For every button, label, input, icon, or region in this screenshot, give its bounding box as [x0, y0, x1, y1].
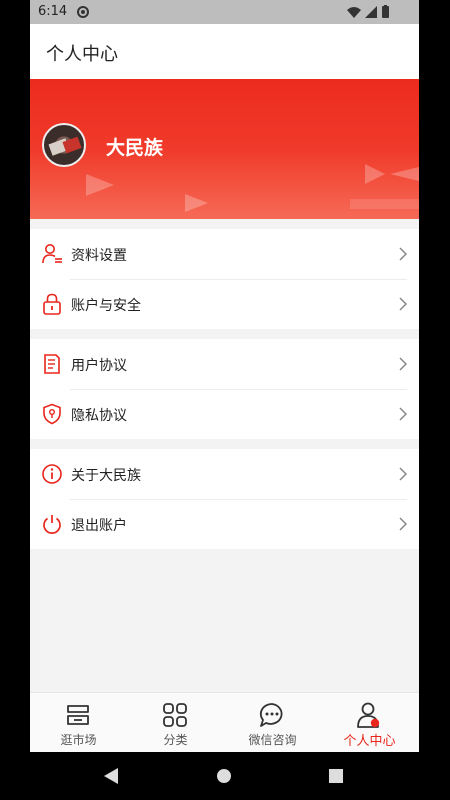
wifi-icon	[347, 7, 361, 18]
banner-decoration	[86, 164, 419, 212]
back-icon[interactable]	[104, 768, 118, 784]
page-header: 个人中心	[30, 24, 419, 79]
menu-item-account-security[interactable]: 账户与安全	[30, 279, 419, 329]
tab-label: 分类	[163, 733, 188, 747]
chevron-right-icon	[399, 247, 407, 261]
system-icons	[347, 5, 393, 23]
tab-market[interactable]: 逛市场	[30, 693, 127, 753]
phone-screen: 6:14 个人中心 大民族 资料设置 账户与安全 用户协议 隐私协议 关于大民族…	[30, 0, 419, 800]
system-navigation-bar	[30, 752, 419, 800]
battery-icon	[382, 6, 389, 18]
menu-group-about: 关于大民族 退出账户	[30, 449, 419, 549]
menu-item-user-agreement[interactable]: 用户协议	[30, 339, 419, 389]
tab-label: 个人中心	[343, 734, 396, 749]
menu-item-logout[interactable]: 退出账户	[30, 499, 419, 549]
chevron-right-icon	[399, 467, 407, 481]
menu-item-label: 用户协议	[71, 358, 127, 374]
tab-label: 逛市场	[60, 733, 97, 747]
tab-label: 微信咨询	[248, 733, 297, 747]
menu-item-privacy-agreement[interactable]: 隐私协议	[30, 389, 419, 439]
status-time: 6:14	[38, 4, 68, 19]
power-icon	[43, 515, 61, 534]
menu-item-label: 隐私协议	[71, 408, 127, 424]
signal-icon	[365, 6, 377, 18]
recents-icon[interactable]	[329, 769, 343, 783]
profile-name: 大民族	[106, 137, 164, 159]
notification-icon	[76, 5, 90, 23]
tab-wechat-consult[interactable]: 微信咨询	[224, 693, 321, 753]
page-title: 个人中心	[46, 44, 118, 65]
avatar[interactable]	[42, 123, 86, 167]
document-icon	[44, 354, 60, 374]
menu-item-label: 资料设置	[71, 248, 127, 264]
menu-item-about[interactable]: 关于大民族	[30, 449, 419, 499]
shield-icon	[43, 403, 61, 425]
user-settings-icon	[42, 244, 62, 264]
menu-item-label: 关于大民族	[71, 468, 141, 484]
tab-category[interactable]: 分类	[127, 693, 224, 753]
chat-icon	[259, 703, 283, 727]
status-bar: 6:14	[30, 0, 419, 24]
menu-group-agreements: 用户协议 隐私协议	[30, 339, 419, 439]
person-icon	[357, 702, 380, 728]
lock-icon	[43, 293, 61, 315]
tab-personal-center[interactable]: 个人中心	[321, 693, 418, 753]
chevron-right-icon	[399, 357, 407, 371]
profile-banner: 大民族	[30, 79, 419, 219]
menu-item-label: 退出账户	[71, 518, 127, 534]
menu-group-account: 资料设置 账户与安全	[30, 229, 419, 329]
chevron-right-icon	[399, 297, 407, 311]
info-icon	[42, 464, 62, 484]
grid-icon	[163, 703, 187, 727]
shop-icon	[67, 705, 89, 725]
chevron-right-icon	[399, 407, 407, 421]
home-icon[interactable]	[217, 769, 231, 783]
menu-item-profile-settings[interactable]: 资料设置	[30, 229, 419, 279]
menu-item-label: 账户与安全	[71, 298, 141, 314]
chevron-right-icon	[399, 517, 407, 531]
bottom-tab-bar: 逛市场 分类 微信咨询 个人中心	[30, 692, 419, 752]
